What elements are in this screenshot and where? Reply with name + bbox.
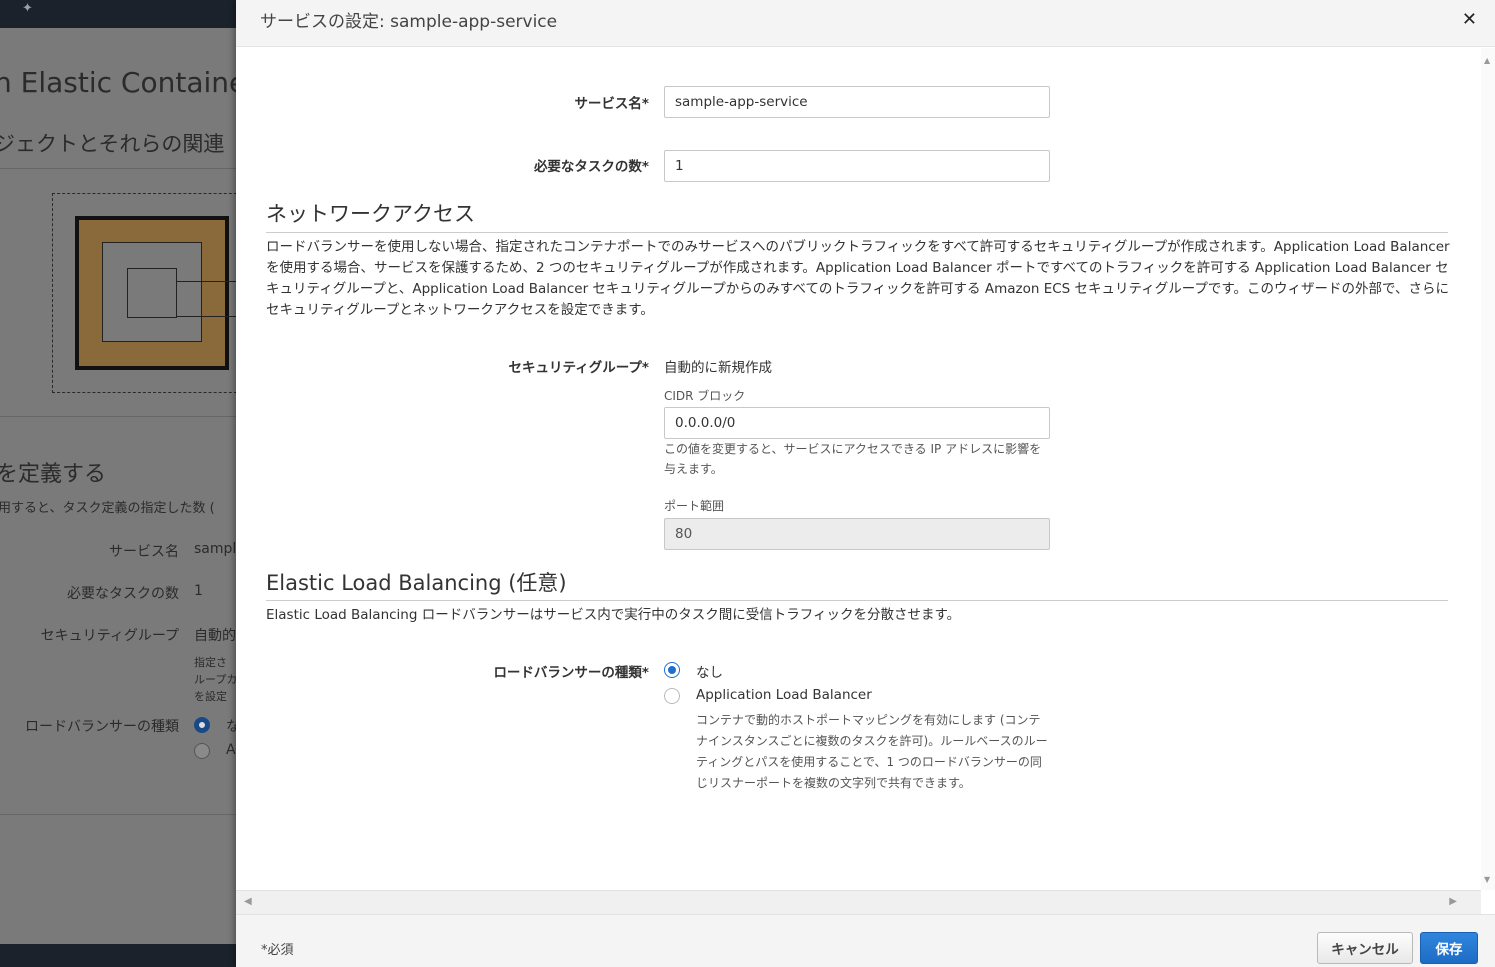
required-note: *必須 bbox=[261, 943, 294, 958]
bottom-bar bbox=[0, 944, 236, 967]
top-nav-bar: ✦ bbox=[0, 0, 236, 28]
lb-type-none-label[interactable]: なし bbox=[696, 661, 723, 681]
save-button[interactable]: 保存 bbox=[1420, 932, 1478, 964]
bg-section-title: を定義する bbox=[0, 462, 107, 487]
lb-type-label: ロードバランサーの種類* bbox=[493, 665, 649, 681]
section-divider bbox=[266, 600, 1448, 601]
configure-service-modal: サービスの設定: sample-app-service ✕ サービス名* 必要な… bbox=[236, 0, 1495, 967]
bg-label-task-count: 必要なタスクの数 bbox=[67, 586, 179, 602]
bg-radio-alb bbox=[194, 743, 210, 759]
bg-value-service-name: sample bbox=[194, 541, 236, 557]
network-access-description: ロードバランサーを使用しない場合、指定されたコンテナポートでのみサービスへのパブ… bbox=[266, 239, 1450, 318]
bg-diagram-container-box bbox=[127, 268, 177, 318]
modal-title: サービスの設定: sample-app-service bbox=[260, 12, 558, 32]
bg-value-task-count: 1 bbox=[194, 583, 203, 599]
bg-label-service-name: サービス名 bbox=[109, 544, 179, 560]
modal-body: サービス名* 必要なタスクの数* ネットワークアクセス ロードバランサーを使用し… bbox=[236, 48, 1495, 890]
bg-diagram-connector bbox=[177, 281, 236, 282]
bg-radio-label: A bbox=[226, 742, 236, 758]
elb-title: Elastic Load Balancing (任意) bbox=[266, 571, 567, 595]
background-page: ✦ n Elastic Container ジェクトとそれらの関連 を定義する … bbox=[0, 0, 236, 967]
bg-diagram-connector bbox=[177, 316, 236, 317]
security-group-value: 自動的に新規作成 bbox=[664, 360, 772, 376]
divider bbox=[0, 814, 236, 815]
service-name-input[interactable] bbox=[664, 86, 1050, 118]
pin-icon: ✦ bbox=[22, 1, 33, 16]
bg-value-security-group: 自動的 bbox=[194, 628, 236, 644]
bg-page-subtitle: ジェクトとそれらの関連 bbox=[0, 132, 225, 156]
cidr-label: CIDR ブロック bbox=[664, 389, 746, 403]
horizontal-scrollbar[interactable]: ◀ ▶ bbox=[236, 890, 1481, 914]
lb-type-alb-radio[interactable] bbox=[664, 688, 680, 704]
bg-help-line: ループカ bbox=[194, 673, 236, 686]
cidr-input[interactable] bbox=[664, 407, 1050, 439]
lb-type-alb-label[interactable]: Application Load Balancer bbox=[696, 687, 872, 703]
task-count-input[interactable] bbox=[664, 150, 1050, 182]
service-name-label: サービス名* bbox=[574, 96, 649, 112]
bg-section-desc: 用すると、タスク定義の指定した数 ( bbox=[0, 501, 215, 516]
close-icon[interactable]: ✕ bbox=[1462, 9, 1477, 30]
bg-page-title: n Elastic Container bbox=[0, 66, 236, 99]
cancel-button[interactable]: キャンセル bbox=[1317, 932, 1413, 964]
scroll-down-icon[interactable]: ▼ bbox=[1484, 875, 1490, 884]
lb-type-alb-help: コンテナで動的ホストポートマッピングを有効にします (コンテナインスタンスごとに… bbox=[696, 713, 1048, 790]
bg-radio-label: な bbox=[226, 719, 236, 735]
bg-help-line: 指定さ bbox=[194, 656, 227, 669]
scroll-left-icon[interactable]: ◀ bbox=[244, 896, 252, 907]
section-divider bbox=[266, 232, 1448, 233]
port-range-label: ポート範囲 bbox=[664, 499, 725, 513]
vertical-scrollbar[interactable]: ▲ ▼ bbox=[1481, 48, 1495, 890]
scroll-up-icon[interactable]: ▲ bbox=[1484, 56, 1490, 65]
bg-radio-none bbox=[194, 717, 210, 733]
bg-label-security-group: セキュリティグループ bbox=[40, 628, 179, 644]
port-range-input bbox=[664, 518, 1050, 550]
scroll-right-icon[interactable]: ▶ bbox=[1449, 896, 1457, 907]
bg-label-lb-type: ロードバランサーの種類 bbox=[25, 719, 179, 735]
modal-footer: *必須 キャンセル 保存 bbox=[236, 914, 1495, 967]
network-access-title: ネットワークアクセス bbox=[266, 202, 475, 226]
divider bbox=[0, 416, 236, 417]
task-count-label: 必要なタスクの数* bbox=[533, 159, 649, 175]
cidr-help-text: この値を変更すると、サービスにアクセスできる IP アドレスに影響を与えます。 bbox=[664, 442, 1042, 476]
lb-type-none-radio[interactable] bbox=[664, 662, 680, 678]
security-group-label: セキュリティグループ* bbox=[508, 360, 649, 376]
modal-header: サービスの設定: sample-app-service ✕ bbox=[236, 0, 1495, 47]
bg-help-line: を設定 bbox=[194, 690, 227, 703]
divider bbox=[0, 168, 236, 169]
elb-description: Elastic Load Balancing ロードバランサーはサービス内で実行… bbox=[266, 607, 961, 623]
